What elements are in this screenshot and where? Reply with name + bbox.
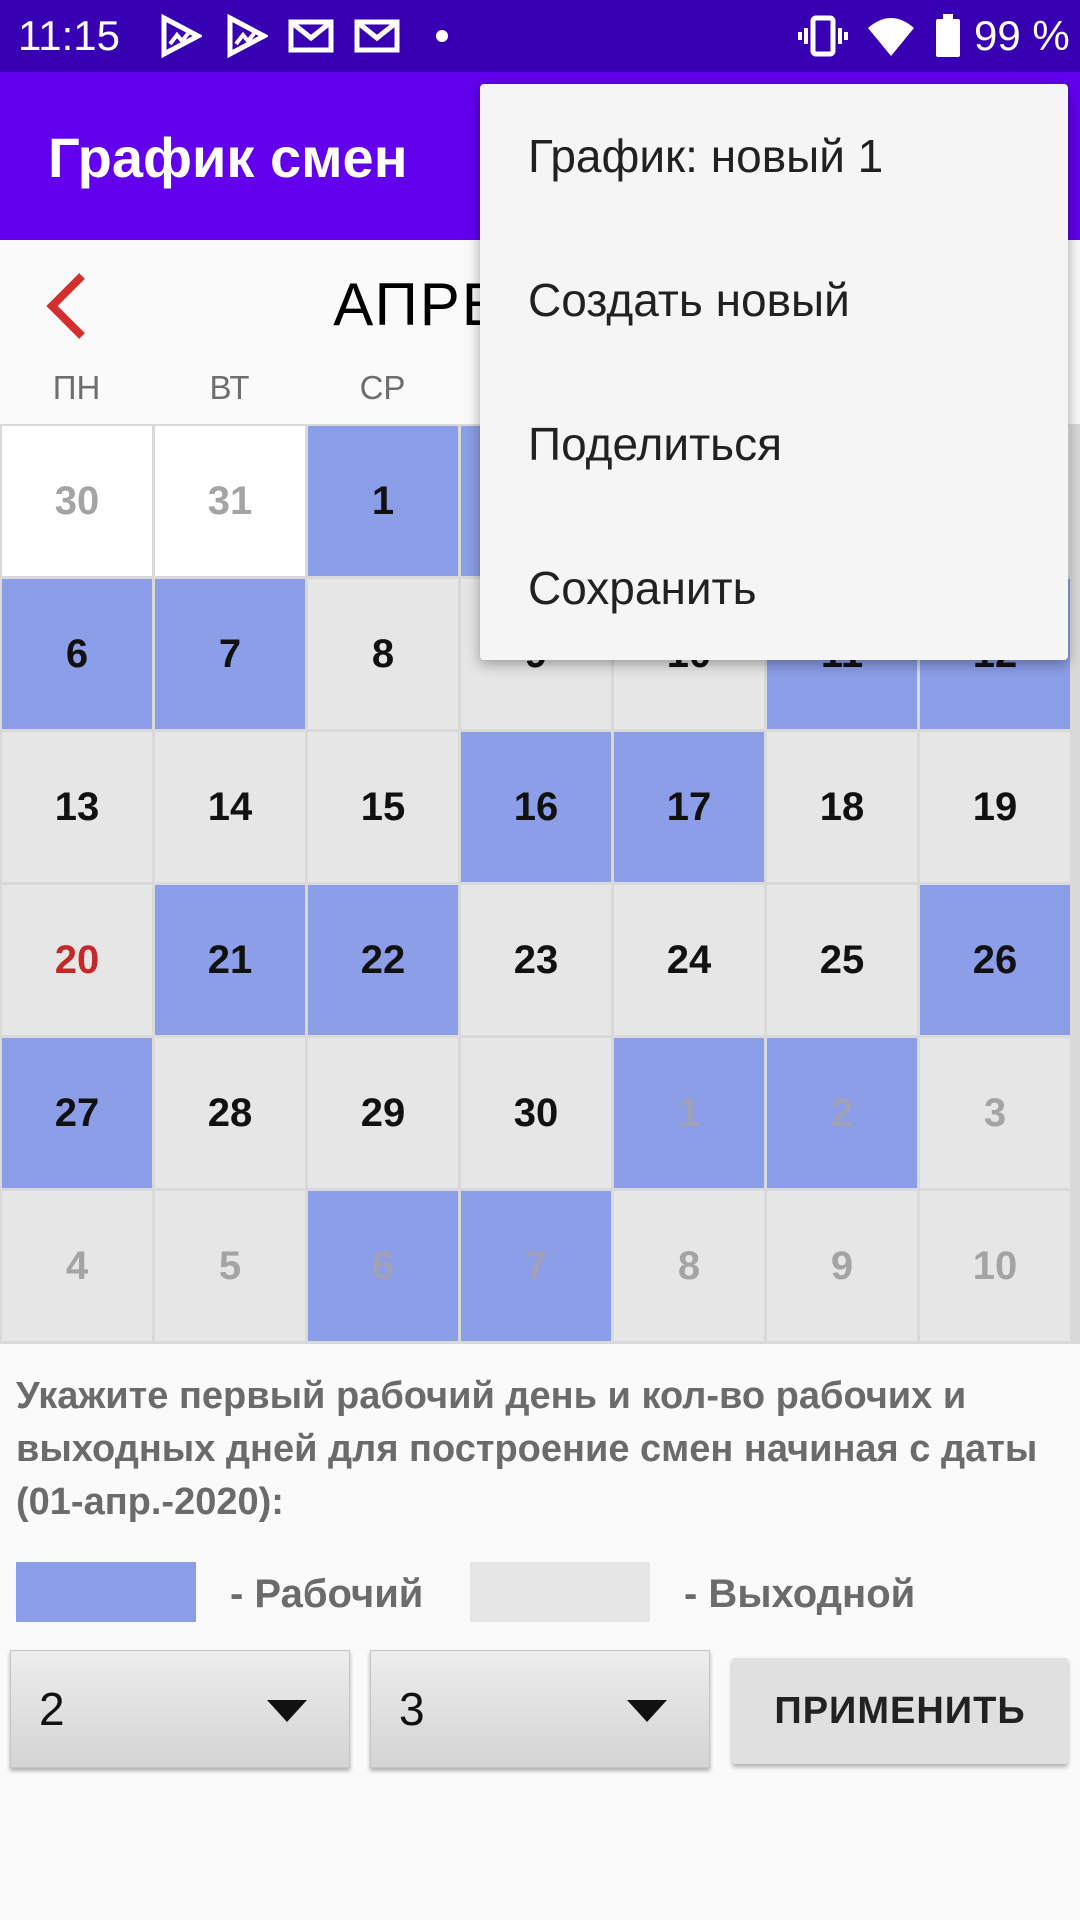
calendar-day-cell[interactable]: 6: [2, 579, 152, 729]
calendar-day-cell[interactable]: 29: [308, 1038, 458, 1188]
calendar-day-cell[interactable]: 22: [308, 885, 458, 1035]
app-title: График смен: [48, 126, 408, 189]
calendar-day-cell[interactable]: 6: [308, 1191, 458, 1341]
calendar-day-cell[interactable]: 10: [920, 1191, 1070, 1341]
calendar-day-cell[interactable]: 1: [308, 426, 458, 576]
wifi-icon: [868, 18, 914, 56]
calendar-day-cell[interactable]: 20: [2, 885, 152, 1035]
legend-work-swatch: [16, 1562, 196, 1622]
instruction-text: Укажите первый рабочий день и кол-во раб…: [16, 1375, 1038, 1523]
dot-icon: [436, 30, 448, 42]
screen: 11:15 99 % График смен АПРЕЛЬ 2020 ПНВТС…: [0, 0, 1080, 1920]
legend-off-swatch: [470, 1562, 650, 1622]
weekday-label: СР: [359, 369, 406, 406]
dropdown-arrow-icon: [627, 1700, 667, 1722]
calendar-day-cell[interactable]: 26: [920, 885, 1070, 1035]
legend-off-label: - Выходной: [684, 1572, 916, 1616]
calendar-day-cell[interactable]: 16: [461, 732, 611, 882]
menu-item-share[interactable]: Поделиться: [480, 372, 1068, 516]
calendar-day-cell[interactable]: 15: [308, 732, 458, 882]
menu-item-save[interactable]: Сохранить: [480, 516, 1068, 660]
calendar-day-cell[interactable]: 13: [2, 732, 152, 882]
calendar-day-cell[interactable]: 30: [2, 426, 152, 576]
weekday-label: ПН: [52, 369, 101, 406]
mail-icon: [288, 19, 334, 53]
calendar-day-cell[interactable]: 21: [155, 885, 305, 1035]
notification-app-icon: [161, 14, 202, 58]
calendar-day-cell[interactable]: 25: [767, 885, 917, 1035]
calendar-day-cell[interactable]: 27: [2, 1038, 152, 1188]
vibrate-icon: [798, 15, 848, 57]
status-bar: 11:15 99 %: [0, 0, 1080, 72]
work-days-value: 2: [39, 1683, 65, 1735]
calendar-day-cell[interactable]: 7: [155, 579, 305, 729]
off-days-value: 3: [399, 1683, 425, 1735]
dropdown-arrow-icon: [267, 1700, 307, 1722]
calendar-day-cell[interactable]: 7: [461, 1191, 611, 1341]
battery-percentage: 99 %: [974, 12, 1070, 59]
mail-icon: [354, 19, 400, 53]
calendar-day-cell[interactable]: 8: [614, 1191, 764, 1341]
calendar-day-cell[interactable]: 9: [767, 1191, 917, 1341]
calendar-day-cell[interactable]: 4: [2, 1191, 152, 1341]
status-time: 11:15: [18, 12, 120, 59]
battery-icon: [936, 14, 960, 57]
calendar-day-cell[interactable]: 24: [614, 885, 764, 1035]
off-days-spinner[interactable]: 3: [370, 1650, 710, 1768]
work-days-spinner[interactable]: 2: [10, 1650, 350, 1768]
calendar-day-cell[interactable]: 2: [767, 1038, 917, 1188]
calendar-day-cell[interactable]: 23: [461, 885, 611, 1035]
calendar-day-cell[interactable]: 14: [155, 732, 305, 882]
calendar-day-cell[interactable]: 18: [767, 732, 917, 882]
calendar-day-cell[interactable]: 28: [155, 1038, 305, 1188]
calendar-day-cell[interactable]: 31: [155, 426, 305, 576]
apply-button[interactable]: ПРИМЕНИТЬ: [732, 1658, 1068, 1764]
menu-item-schedule[interactable]: График: новый 1: [480, 84, 1068, 228]
calendar-day-cell[interactable]: 8: [308, 579, 458, 729]
weekday-label: ВТ: [209, 369, 250, 406]
notification-app-icon: [227, 14, 268, 58]
overflow-menu: График: новый 1 Создать новый Поделиться…: [480, 84, 1068, 660]
calendar-day-cell[interactable]: 3: [920, 1038, 1070, 1188]
calendar-day-cell[interactable]: 17: [614, 732, 764, 882]
calendar-day-cell[interactable]: 30: [461, 1038, 611, 1188]
calendar-day-cell[interactable]: 5: [155, 1191, 305, 1341]
menu-item-create-new[interactable]: Создать новый: [480, 228, 1068, 372]
legend-work-label: - Рабочий: [230, 1572, 424, 1616]
calendar-day-cell[interactable]: 19: [920, 732, 1070, 882]
calendar-day-cell[interactable]: 1: [614, 1038, 764, 1188]
